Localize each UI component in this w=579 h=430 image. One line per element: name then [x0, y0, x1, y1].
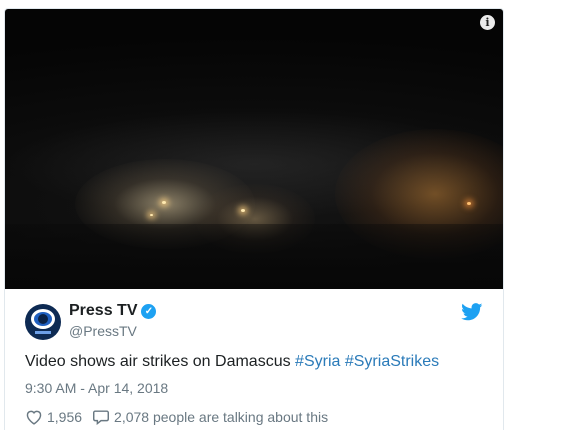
light-flash [162, 201, 166, 204]
hashtag-link-syria[interactable]: #Syria [295, 353, 340, 370]
tweet-timestamp[interactable]: 9:30 AM - Apr 14, 2018 [25, 379, 483, 397]
tweet-body: Press TV ✓ @PressTV Video shows air stri… [5, 289, 503, 425]
avatar-logo-tag [35, 331, 51, 334]
video-player[interactable]: i [5, 9, 503, 289]
screen-name[interactable]: @PressTV [69, 321, 156, 341]
light-flash [241, 209, 245, 212]
verified-badge-icon: ✓ [141, 303, 157, 319]
twitter-bird-icon[interactable] [461, 303, 483, 321]
avatar[interactable] [25, 304, 61, 340]
sky-haze [5, 109, 503, 219]
tweet-text-body: Video shows air strikes on Damascus [25, 353, 291, 370]
tweet-actions: 1,956 2,078 people are talking about thi… [25, 409, 483, 425]
like-action[interactable]: 1,956 [25, 409, 82, 425]
tweet-header: Press TV ✓ @PressTV [25, 301, 483, 345]
hashtag-link-syriastrikes[interactable]: #SyriaStrikes [345, 353, 439, 370]
speech-bubble-icon [93, 410, 110, 425]
tweet-text: Video shows air strikes on Damascus #Syr… [25, 351, 483, 373]
embedded-tweet-card: i Press TV ✓ @PressTV Video shows air st… [4, 8, 504, 430]
avatar-logo-core [38, 314, 48, 324]
dark-ground [5, 224, 503, 289]
light-flash [150, 214, 153, 216]
light-flash [467, 202, 471, 205]
author-names: Press TV ✓ @PressTV [69, 301, 157, 341]
display-name-row: Press TV ✓ [69, 301, 157, 321]
display-name[interactable]: Press TV [69, 301, 137, 321]
heart-icon [26, 410, 42, 425]
replies-action[interactable]: 2,078 people are talking about this [92, 409, 328, 425]
like-count: 1,956 [47, 409, 83, 425]
talking-count-text: 2,078 people are talking about this [114, 409, 329, 425]
info-icon[interactable]: i [480, 15, 495, 30]
